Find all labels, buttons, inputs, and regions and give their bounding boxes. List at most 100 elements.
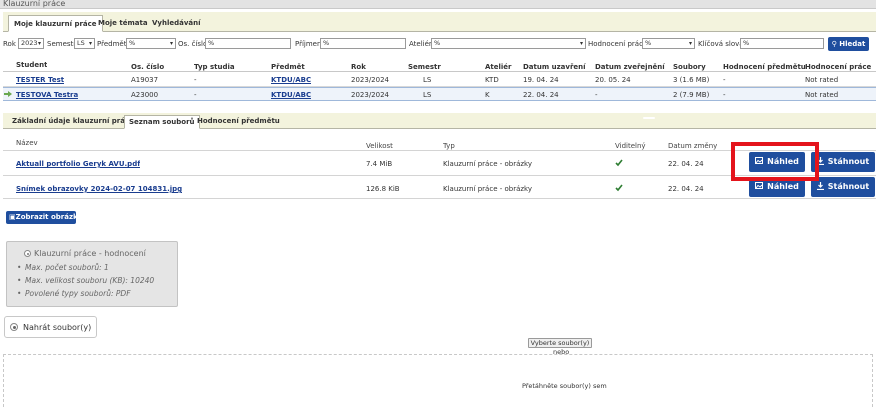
search-button[interactable]: ⚲ Hledat <box>828 37 869 51</box>
radio-icon <box>24 250 31 257</box>
file-drop-zone[interactable] <box>3 354 873 407</box>
semestr-cell: LS <box>423 91 432 99</box>
os-cislo-input[interactable]: % <box>205 38 291 49</box>
atelier-cell: K <box>485 91 490 99</box>
col-hodnoceni-predmetu: Hodnocení předmětu <box>723 63 806 71</box>
atelier-select[interactable]: % ▾ <box>431 38 586 49</box>
download-label: Stáhnout <box>827 182 870 191</box>
col-predmet: Předmět <box>271 63 305 71</box>
zverejneni-cell: - <box>595 91 598 99</box>
typ-cell: - <box>194 76 197 84</box>
theses-grid-header: Student Os. číslo Typ studia Předmět Rok… <box>3 60 876 72</box>
scrollbar-thumb[interactable] <box>643 117 655 119</box>
download-button[interactable]: Stáhnout <box>811 177 875 197</box>
info-title-text: Klauzurní práce - hodnocení <box>34 249 146 258</box>
typ-cell: - <box>194 91 197 99</box>
col-datum-uzavreni: Datum uzavření <box>523 63 586 71</box>
chevron-down-icon: ▾ <box>579 40 583 47</box>
table-row[interactable]: TESTER Test A19037 - KTDU/ABC 2023/2024 … <box>3 73 876 87</box>
soubory-cell: 2 (7.9 MB) <box>673 91 710 99</box>
klicova-slova-label: Klíčová slova <box>698 40 744 48</box>
os-cislo-cell: A19037 <box>131 76 159 84</box>
download-label: Stáhnout <box>827 157 870 166</box>
semestr-select[interactable]: LS ▾ <box>74 38 95 49</box>
col-semestr: Semestr <box>408 63 441 71</box>
highlight-annotation <box>731 142 819 181</box>
check-icon <box>615 184 623 192</box>
download-button[interactable]: Stáhnout <box>811 152 875 172</box>
image-icon <box>755 182 764 189</box>
col-os-cislo: Os. číslo <box>131 63 165 71</box>
download-icon <box>816 181 824 190</box>
file-type: Klauzurní práce - obrázky <box>443 185 532 193</box>
prijmeni-input[interactable]: % <box>320 38 406 49</box>
col-datum-zmeny: Datum změny <box>668 142 718 150</box>
tab-vyhledavani[interactable]: Vyhledávání <box>147 15 206 32</box>
show-images-button[interactable]: ▣Zobrazit obrázky <box>6 211 82 224</box>
upload-info-box: Klauzurní práce - hodnocení Max. počet s… <box>6 241 178 307</box>
col-viditelny: Viditelný <box>615 142 646 150</box>
file-type: Klauzurní práce - obrázky <box>443 160 532 168</box>
choose-files-button[interactable]: Vyberte soubor(y) <box>528 338 592 348</box>
tab-moje-klauzurni-prace[interactable]: Moje klauzurní práce <box>8 15 103 32</box>
os-cislo-cell: A23000 <box>131 91 159 99</box>
col-rok: Rok <box>351 63 366 71</box>
student-link[interactable]: TESTOVÁ Testra <box>16 91 78 99</box>
hodnoceni-prace-select[interactable]: % ▾ <box>642 38 695 49</box>
chevron-down-icon: ▾ <box>88 40 92 47</box>
predmet-label: Předmět <box>97 40 127 48</box>
col-student: Student <box>16 61 48 69</box>
predmet-link[interactable]: KTDU/ABC <box>271 91 311 99</box>
atelier-label: Ateliér <box>409 40 432 48</box>
file-name-link[interactable]: Aktuall portfolio Geryk AVU.pdf <box>16 160 140 168</box>
col-datum-zverejneni: Datum zveřejnění <box>595 63 665 71</box>
chevron-down-icon: ▾ <box>688 40 692 47</box>
col-hodnoceni-prace: Hodnocení práce <box>805 63 872 71</box>
hod-predmetu-cell: - <box>723 76 726 84</box>
chevron-down-icon: ▾ <box>37 40 41 47</box>
info-line: Max. velikost souboru (KB): 10240 <box>17 276 154 285</box>
window-title: Klauzurní práce <box>0 0 876 9</box>
file-changed: 22. 04. 24 <box>668 185 704 193</box>
show-images-label: Zobrazit obrázky <box>15 213 83 221</box>
hodnoceni-value: % <box>645 39 652 47</box>
upload-toggle[interactable]: Nahrát soubor(y) <box>4 316 97 338</box>
col-nazev: Název <box>16 139 38 147</box>
col-atelier: Ateliér <box>485 63 512 71</box>
klicova-slova-input[interactable]: % <box>740 38 824 49</box>
tab-hodnoceni-predmetu[interactable]: Hodnocení předmětu <box>193 115 284 129</box>
col-velikost: Velikost <box>366 142 393 150</box>
hod-predmetu-cell: - <box>723 91 726 99</box>
table-row-selected[interactable]: TESTOVÁ Testra A23000 - KTDU/ABC 2023/20… <box>3 87 876 101</box>
tab-seznam-souboru[interactable]: Seznam souborů <box>124 115 200 129</box>
file-changed: 22. 04. 24 <box>668 160 704 168</box>
semestr-value: LS <box>77 39 85 47</box>
info-line: Max. počet souborů: 1 <box>17 263 109 272</box>
tab-moje-temata[interactable]: Moje témata <box>93 15 153 32</box>
file-name-link[interactable]: Snímek obrazovky 2024-02-07 104831.jpg <box>16 185 182 193</box>
rok-cell: 2023/2024 <box>351 76 389 84</box>
predmet-link[interactable]: KTDU/ABC <box>271 76 311 84</box>
rok-select[interactable]: 2023 ▾ <box>18 38 44 49</box>
soubory-cell: 3 (1.6 MB) <box>673 76 710 84</box>
tab-zakladni-udaje[interactable]: Základní údaje klauzurní práce <box>8 115 138 129</box>
search-icon: ⚲ <box>831 40 837 48</box>
col-typ-studia: Typ studia <box>194 63 235 71</box>
zverejneni-cell: 20. 05. 24 <box>595 76 631 84</box>
col-typ: Typ <box>443 142 455 150</box>
preview-label: Náhled <box>767 182 799 191</box>
uzavreni-cell: 22. 04. 24 <box>523 91 559 99</box>
student-link[interactable]: TESTER Test <box>16 76 64 84</box>
drop-zone-text: Přetáhněte soubor(y) sem <box>522 382 607 390</box>
predmet-select[interactable]: % ▾ <box>126 38 176 49</box>
semestr-label: Semestr <box>47 40 77 48</box>
file-size: 7.4 MiB <box>366 160 393 168</box>
filter-bar: Rok 2023 ▾ Semestr LS ▾ Předmět % ▾ Os. čís… <box>0 37 876 51</box>
uzavreni-cell: 19. 04. 24 <box>523 76 559 84</box>
check-icon <box>615 159 623 167</box>
info-line: Povolené typy souborů: PDF <box>17 289 130 298</box>
file-size: 126.8 KiB <box>366 185 400 193</box>
rok-value: 2023 <box>21 39 38 47</box>
os-cislo-label: Os. číslo <box>178 40 208 48</box>
detail-tabbar: Základní údaje klauzurní práce Seznam so… <box>3 113 876 129</box>
